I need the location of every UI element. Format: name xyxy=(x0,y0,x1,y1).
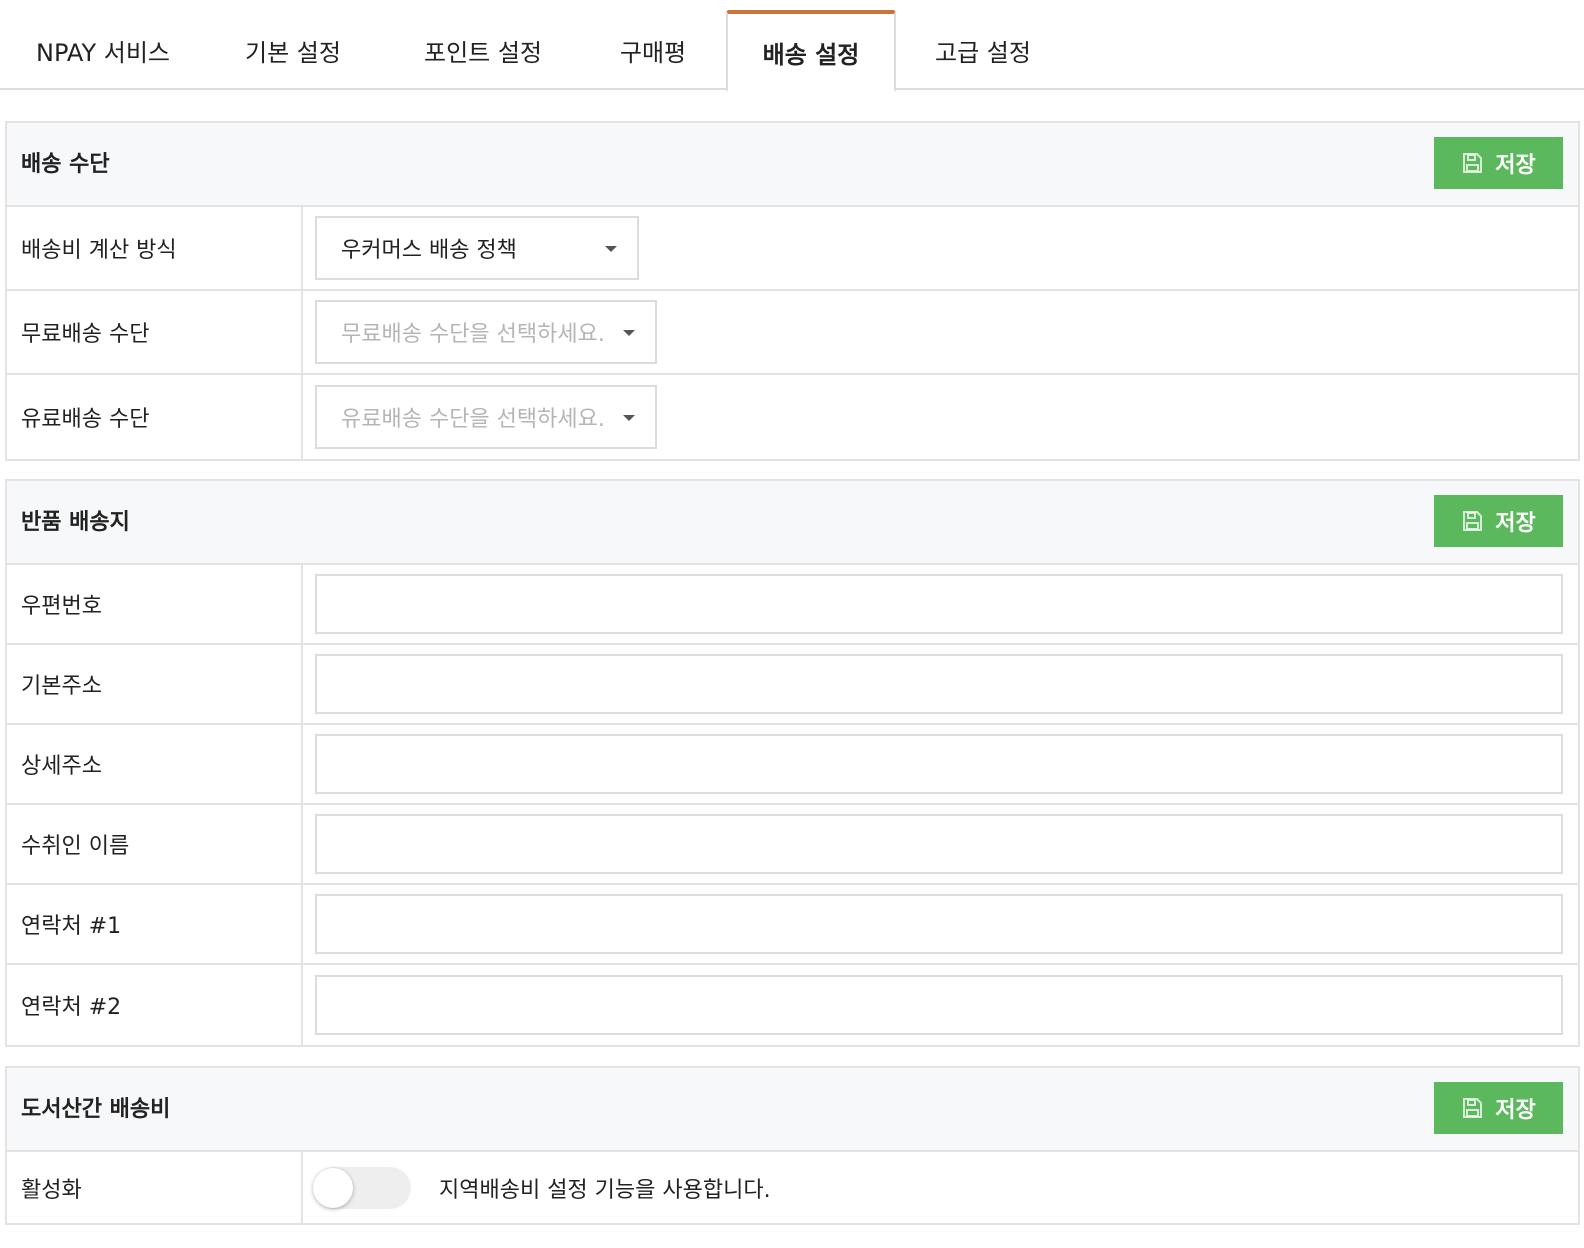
form-row-calc-method: 배송비 계산 방식 우커머스 배송 정책 xyxy=(7,207,1578,291)
panel-title: 도서산간 배송비 xyxy=(21,1097,171,1122)
phone-2-input[interactable] xyxy=(315,975,1563,1035)
phone-1-input[interactable] xyxy=(315,894,1563,954)
zipcode-input[interactable] xyxy=(315,574,1563,634)
chevron-down-icon xyxy=(623,330,635,336)
save-icon xyxy=(1463,153,1483,173)
address-input[interactable] xyxy=(315,654,1563,714)
tab-reviews[interactable]: 구매평 xyxy=(570,10,736,90)
panel-header: 도서산간 배송비 저장 xyxy=(7,1068,1578,1152)
save-label: 저장 xyxy=(1495,511,1536,536)
save-button[interactable]: 저장 xyxy=(1434,495,1563,547)
field-label: 연락처 #1 xyxy=(7,885,303,963)
field-label: 유료배송 수단 xyxy=(7,375,303,459)
panel-header: 배송 수단 저장 xyxy=(7,123,1578,207)
select-placeholder: 유료배송 수단을 선택하세요. xyxy=(341,407,605,432)
tab-npay-service[interactable]: NPAY 서비스 xyxy=(20,10,186,90)
tab-shipping-settings[interactable]: 배송 설정 xyxy=(726,10,896,92)
tab-advanced-settings[interactable]: 고급 설정 xyxy=(900,10,1066,90)
tab-basic-settings[interactable]: 기본 설정 xyxy=(210,10,376,90)
save-label: 저장 xyxy=(1495,1098,1536,1123)
toggle-description: 지역배송비 설정 기능을 사용합니다. xyxy=(439,1177,771,1203)
panel-title: 배송 수단 xyxy=(21,152,110,177)
field-label: 우편번호 xyxy=(7,565,303,643)
field-label: 무료배송 수단 xyxy=(7,291,303,373)
save-button[interactable]: 저장 xyxy=(1434,1082,1563,1134)
form-row-paid-shipping: 유료배송 수단 유료배송 수단을 선택하세요. xyxy=(7,375,1578,459)
save-button[interactable]: 저장 xyxy=(1434,137,1563,189)
activate-toggle[interactable] xyxy=(313,1166,411,1209)
chevron-down-icon xyxy=(623,415,635,421)
form-row-activate: 활성화 지역배송비 설정 기능을 사용합니다. xyxy=(7,1152,1578,1223)
field-label: 활성화 xyxy=(7,1152,303,1223)
form-row-address-detail: 상세주소 xyxy=(7,725,1578,805)
select-value: 우커머스 배송 정책 xyxy=(341,238,517,263)
free-shipping-select[interactable]: 무료배송 수단을 선택하세요. xyxy=(315,300,657,364)
save-icon xyxy=(1463,511,1483,531)
field-label: 연락처 #2 xyxy=(7,965,303,1045)
form-row-address: 기본주소 xyxy=(7,645,1578,725)
form-row-phone-2: 연락처 #2 xyxy=(7,965,1578,1045)
tab-point-settings[interactable]: 포인트 설정 xyxy=(400,10,566,90)
address-detail-input[interactable] xyxy=(315,734,1563,794)
field-label: 배송비 계산 방식 xyxy=(7,207,303,289)
form-row-zipcode: 우편번호 xyxy=(7,565,1578,645)
chevron-down-icon xyxy=(605,246,617,252)
toggle-knob xyxy=(313,1167,353,1208)
shipping-method-panel: 배송 수단 저장 배송비 계산 방식 우커머스 배송 정책 무료배송 수단 무료… xyxy=(5,121,1580,461)
calc-method-select[interactable]: 우커머스 배송 정책 xyxy=(315,216,639,280)
panel-header: 반품 배송지 저장 xyxy=(7,481,1578,565)
save-icon xyxy=(1463,1098,1483,1118)
form-row-recipient: 수취인 이름 xyxy=(7,805,1578,885)
return-address-panel: 반품 배송지 저장 우편번호 기본주소 상세주소 수취인 이름 연락처 #1 연… xyxy=(5,479,1580,1047)
field-label: 기본주소 xyxy=(7,645,303,723)
field-label: 상세주소 xyxy=(7,725,303,803)
save-label: 저장 xyxy=(1495,153,1536,178)
island-shipping-fee-panel: 도서산간 배송비 저장 활성화 지역배송비 설정 기능을 사용합니다. xyxy=(5,1066,1580,1225)
field-label: 수취인 이름 xyxy=(7,805,303,883)
form-row-phone-1: 연락처 #1 xyxy=(7,885,1578,965)
select-placeholder: 무료배송 수단을 선택하세요. xyxy=(341,322,605,347)
settings-tab-bar: NPAY 서비스 기본 설정 포인트 설정 구매평 배송 설정 고급 설정 xyxy=(0,0,1584,92)
paid-shipping-select[interactable]: 유료배송 수단을 선택하세요. xyxy=(315,385,657,449)
form-row-free-shipping: 무료배송 수단 무료배송 수단을 선택하세요. xyxy=(7,291,1578,375)
panel-title: 반품 배송지 xyxy=(21,510,130,535)
recipient-name-input[interactable] xyxy=(315,814,1563,874)
